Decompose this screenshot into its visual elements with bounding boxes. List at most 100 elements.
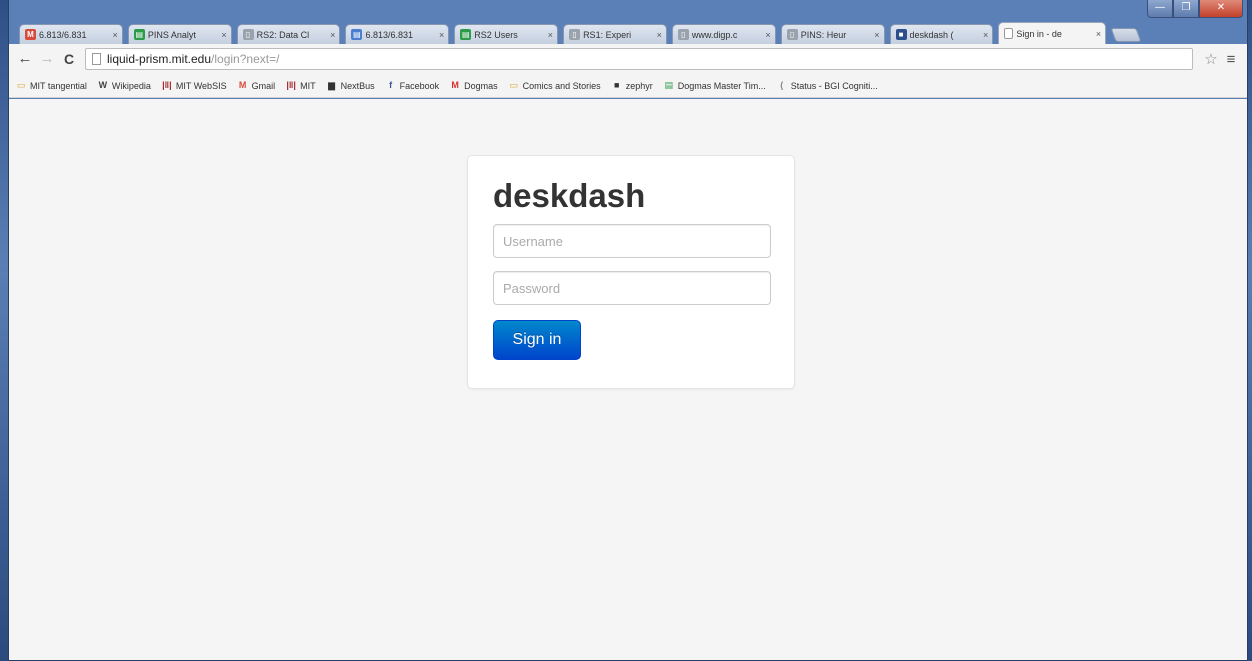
tab-favicon-icon: ■ bbox=[895, 29, 907, 40]
bookmark-item[interactable]: |‖| MIT WebSIS bbox=[161, 80, 227, 91]
tab-label: deskdash ( bbox=[909, 29, 954, 40]
bookmark-label: Status - BGI Cogniti... bbox=[790, 80, 878, 91]
tab-label: RS1: Experi bbox=[583, 29, 632, 40]
browser-tab[interactable]: ▯ RS2: Data Cl × bbox=[236, 24, 341, 44]
tab-favicon-icon bbox=[1004, 28, 1014, 39]
bookmark-icon: W bbox=[98, 80, 108, 90]
bookmark-label: zephyr bbox=[625, 80, 653, 91]
bookmark-label: MIT tangential bbox=[30, 80, 87, 91]
tab-label: www.digp.c bbox=[691, 29, 738, 40]
bookmark-label: Dogmas Master Tim... bbox=[677, 80, 766, 91]
minimize-button[interactable]: — bbox=[1147, 0, 1173, 18]
reload-button[interactable]: C bbox=[59, 49, 79, 69]
page-title: deskdash bbox=[493, 177, 646, 214]
tab-label: 6.813/6.831 bbox=[365, 29, 413, 40]
close-window-button[interactable]: ✕ bbox=[1199, 0, 1243, 18]
bookmark-item[interactable]: ( Status - BGI Cogniti... bbox=[776, 80, 878, 91]
url-path: /login?next=/ bbox=[211, 52, 280, 66]
bookmark-icon: ▤ bbox=[664, 80, 673, 90]
tab-favicon-icon: ▤ bbox=[351, 29, 363, 40]
bookmark-label: Dogmas bbox=[464, 80, 498, 91]
url-host: liquid-prism.mit.edu bbox=[107, 52, 212, 66]
page-content: deskdash Sign in bbox=[9, 99, 1247, 660]
browser-tab[interactable]: ▤ PINS Analyt × bbox=[127, 24, 232, 44]
page-icon bbox=[92, 53, 101, 65]
tab-label: RS2 Users bbox=[474, 29, 518, 40]
tab-favicon-icon: ▯ bbox=[677, 29, 689, 40]
bookmark-icon: f bbox=[389, 80, 393, 90]
bookmark-icon: |‖| bbox=[286, 80, 296, 90]
tab-favicon-icon: ▤ bbox=[133, 29, 145, 40]
address-bar[interactable]: liquid-prism.mit.edu/login?next=/ bbox=[85, 48, 1193, 70]
back-button[interactable]: ← bbox=[15, 49, 35, 69]
window-controls: — ❐ ✕ bbox=[1147, 0, 1243, 18]
bookmark-icon: ( bbox=[780, 80, 784, 90]
bookmark-item[interactable]: ▆ NextBus bbox=[326, 80, 375, 91]
bookmark-item[interactable]: ▭ Comics and Stories bbox=[508, 80, 601, 91]
bookmark-item[interactable]: ▤ Dogmas Master Tim... bbox=[663, 80, 766, 91]
tab-close-icon[interactable]: × bbox=[548, 30, 553, 40]
tab-label: 6.813/6.831 bbox=[39, 29, 87, 40]
new-tab-button[interactable] bbox=[1110, 28, 1142, 42]
tab-close-icon[interactable]: × bbox=[221, 30, 226, 40]
browser-window: — ❐ ✕ M 6.813/6.831 × ▤ PINS Analyt × ▯ RS2: Da… bbox=[8, 0, 1248, 661]
bookmark-icon: |‖| bbox=[162, 80, 172, 90]
bookmark-item[interactable]: ▭ MIT tangential bbox=[15, 80, 87, 91]
bookmark-star-icon[interactable]: ☆ bbox=[1201, 50, 1221, 68]
bookmark-label: MIT WebSIS bbox=[175, 80, 227, 91]
bookmark-item[interactable]: |‖| MIT bbox=[285, 80, 316, 91]
bookmark-item[interactable]: W Wikipedia bbox=[97, 80, 151, 91]
tab-close-icon[interactable]: × bbox=[874, 30, 879, 40]
tab-favicon-icon: ▯ bbox=[242, 29, 254, 40]
bookmark-icon: ▆ bbox=[328, 80, 336, 90]
maximize-button[interactable]: ❐ bbox=[1173, 0, 1199, 18]
tab-label: RS2: Data Cl bbox=[256, 29, 310, 40]
bookmark-item[interactable]: f Facebook bbox=[385, 80, 440, 91]
browser-tab[interactable]: ■ deskdash ( × bbox=[889, 24, 994, 44]
browser-tab[interactable]: Sign in - de × bbox=[998, 22, 1107, 44]
bookmark-label: Comics and Stories bbox=[522, 80, 601, 91]
bookmark-label: Facebook bbox=[399, 80, 440, 91]
tab-close-icon[interactable]: × bbox=[330, 30, 335, 40]
bookmark-label: Wikipedia bbox=[111, 80, 151, 91]
bookmark-label: NextBus bbox=[340, 80, 375, 91]
bookmark-icon: ▭ bbox=[509, 80, 518, 90]
tab-label: PINS Analyt bbox=[147, 29, 196, 40]
password-input[interactable] bbox=[493, 271, 771, 306]
tab-favicon-icon: M bbox=[25, 29, 36, 40]
bookmarks-bar: ▭ MIT tangential W Wikipedia |‖| MIT WebSIS M G… bbox=[9, 74, 1247, 98]
browser-tab[interactable]: M 6.813/6.831 × bbox=[19, 24, 123, 44]
tab-close-icon[interactable]: × bbox=[439, 30, 444, 40]
bookmark-label: Gmail bbox=[251, 80, 276, 91]
sign-in-button[interactable]: Sign in bbox=[493, 320, 581, 361]
tab-strip: M 6.813/6.831 × ▤ PINS Analyt × ▯ RS2: Data Cl ×… bbox=[19, 20, 1142, 44]
bookmark-icon: ▭ bbox=[16, 80, 26, 90]
bookmark-icon: ■ bbox=[613, 80, 620, 90]
browser-toolbar: ← → C liquid-prism.mit.edu/login?next=/ … bbox=[9, 44, 1247, 74]
browser-tab[interactable]: ▯ www.digp.c × bbox=[671, 24, 776, 44]
username-input[interactable] bbox=[493, 224, 771, 259]
browser-tab[interactable]: ▯ RS1: Experi × bbox=[563, 24, 667, 44]
bookmark-item[interactable]: ■ zephyr bbox=[611, 80, 653, 91]
tab-close-icon[interactable]: × bbox=[1096, 29, 1101, 39]
browser-tab[interactable]: ▤ RS2 Users × bbox=[454, 24, 559, 44]
tab-close-icon[interactable]: × bbox=[657, 30, 662, 40]
login-card: deskdash Sign in bbox=[467, 155, 795, 389]
bookmark-icon: M bbox=[451, 80, 459, 90]
bookmark-label: MIT bbox=[300, 80, 316, 91]
browser-tab[interactable]: ▤ 6.813/6.831 × bbox=[345, 24, 450, 44]
tab-favicon-icon: ▯ bbox=[786, 29, 798, 40]
bookmark-icon: M bbox=[238, 80, 247, 90]
tab-close-icon[interactable]: × bbox=[983, 30, 988, 40]
bookmark-item[interactable]: M Gmail bbox=[237, 80, 276, 91]
bookmark-item[interactable]: M Dogmas bbox=[449, 80, 498, 91]
menu-icon[interactable]: ≡ bbox=[1221, 51, 1241, 68]
tab-label: PINS: Heur bbox=[800, 29, 847, 40]
tab-favicon-icon: ▯ bbox=[569, 29, 581, 40]
tab-favicon-icon: ▤ bbox=[460, 29, 472, 40]
forward-button[interactable]: → bbox=[37, 49, 57, 69]
browser-tab[interactable]: ▯ PINS: Heur × bbox=[780, 24, 885, 44]
tab-close-icon[interactable]: × bbox=[113, 30, 118, 40]
tab-label: Sign in - de bbox=[1016, 28, 1062, 39]
tab-close-icon[interactable]: × bbox=[765, 30, 770, 40]
